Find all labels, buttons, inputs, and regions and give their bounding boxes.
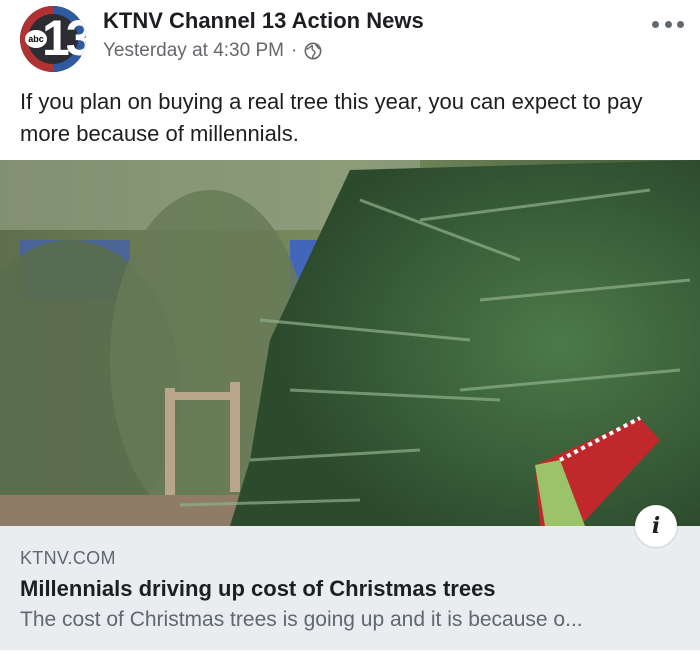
more-dot (664, 20, 672, 28)
meta-separator: · (290, 40, 298, 61)
link-description: The cost of Christmas trees is going up … (20, 608, 583, 631)
more-dot (652, 20, 659, 28)
abc-logo: abc (25, 30, 47, 48)
info-icon[interactable]: i (635, 505, 677, 547)
post-caption: If you plan on buying a real tree this y… (20, 89, 643, 146)
page-avatar[interactable]: 13 abc (20, 6, 86, 72)
post-meta: Yesterday at 4:30 PM · (103, 40, 322, 62)
link-preview[interactable]: KTNV.COM Millennials driving up cost of … (0, 526, 700, 650)
facebook-post: 13 abc KTNV Channel 13 Action News Yeste… (0, 0, 700, 653)
more-options-icon[interactable] (652, 16, 684, 32)
post-image[interactable] (0, 160, 700, 526)
avatar-number: 13 (42, 10, 86, 66)
more-dot (677, 20, 684, 28)
christmas-tree-photo (0, 160, 700, 526)
page-name-link[interactable]: KTNV Channel 13 Action News (103, 8, 424, 34)
globe-icon[interactable] (304, 42, 322, 60)
link-title[interactable]: Millennials driving up cost of Christmas… (20, 576, 496, 602)
link-domain: KTNV.COM (20, 548, 116, 568)
post-timestamp[interactable]: Yesterday at 4:30 PM (103, 40, 284, 62)
